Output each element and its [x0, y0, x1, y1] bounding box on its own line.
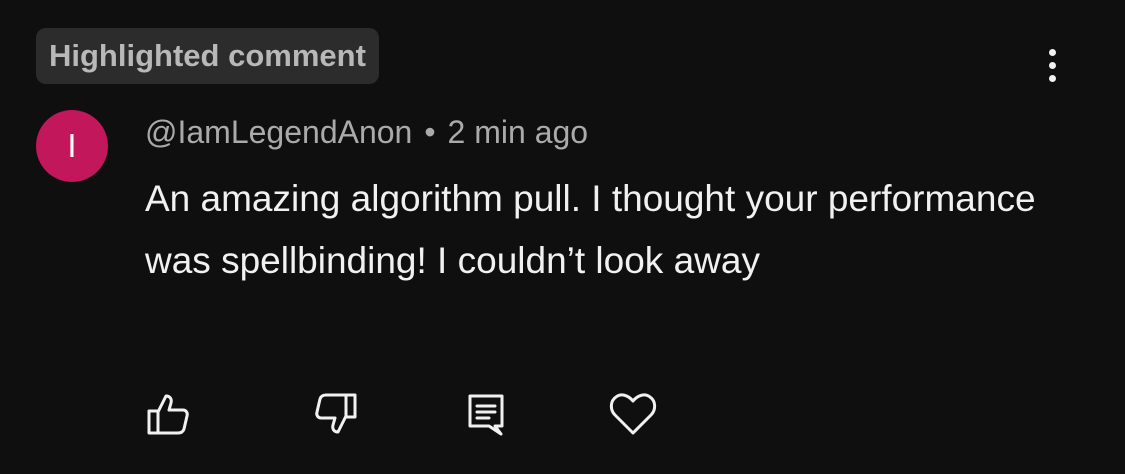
comment-meta: @IamLegendAnon • 2 min ago	[145, 112, 588, 152]
heart-button[interactable]	[603, 384, 663, 444]
author-handle[interactable]: @IamLegendAnon	[145, 114, 412, 150]
comment-icon	[468, 394, 504, 436]
reply-button[interactable]	[456, 384, 516, 444]
more-options-button[interactable]	[1032, 42, 1072, 88]
timestamp[interactable]: 2 min ago	[448, 114, 589, 150]
avatar[interactable]: I	[36, 110, 108, 182]
more-dot	[1048, 61, 1056, 69]
meta-separator: •	[424, 114, 436, 150]
more-dot	[1048, 74, 1056, 82]
highlighted-comment-badge: Highlighted comment	[36, 28, 379, 84]
like-button[interactable]	[138, 384, 198, 444]
more-vertical-icon	[1048, 48, 1056, 56]
comment-text: An amazing algorithm pull. I thought you…	[145, 178, 1036, 281]
dislike-button[interactable]	[306, 384, 366, 444]
thumbs-down-icon	[315, 393, 357, 434]
thumbs-up-icon	[147, 394, 189, 435]
heart-icon	[609, 393, 657, 435]
